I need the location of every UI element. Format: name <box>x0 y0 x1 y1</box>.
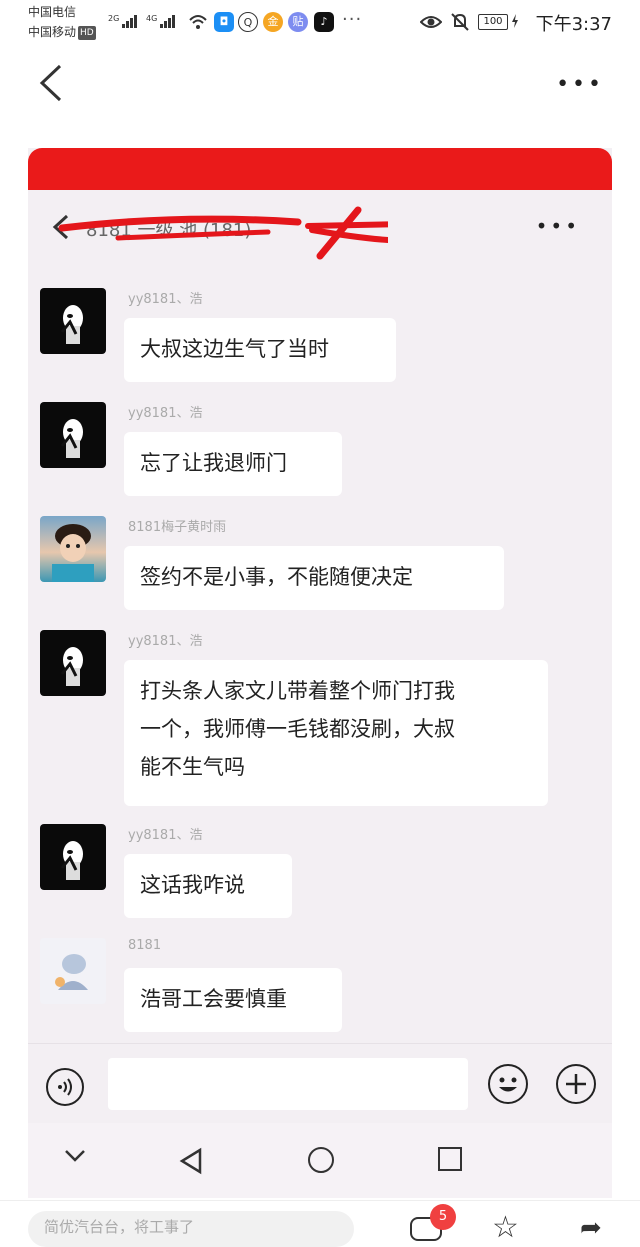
signal-bars-icon <box>160 14 176 28</box>
avatar[interactable] <box>40 516 106 582</box>
plus-icon <box>566 1074 586 1094</box>
battery-icon: 100 <box>478 14 508 30</box>
outer-more-button[interactable]: ••• <box>556 74 604 96</box>
sender-name: yy8181、浩 <box>128 406 203 421</box>
message-bubble[interactable]: 这话我咋说 <box>124 854 292 918</box>
plus-button[interactable] <box>556 1064 596 1104</box>
emoji-icon <box>499 1077 517 1092</box>
message-line: 能不生气吗 <box>140 755 245 779</box>
carrier-2: 中国移动 HD <box>28 25 96 40</box>
hd-badge: HD <box>78 25 96 40</box>
eye-icon <box>420 16 442 28</box>
chat-input-bar <box>28 1043 612 1124</box>
avatar[interactable] <box>40 630 106 696</box>
message-line: 一个，我师傅一毛钱都没刷，大叔 <box>140 717 455 741</box>
clock: 下午3:37 <box>535 14 612 35</box>
signal-2g: 2G <box>108 14 138 28</box>
sender-name: 8181 <box>128 938 162 953</box>
qq-icon: Q <box>238 12 258 32</box>
message-line: 签约不是小事，不能随便决定 <box>140 565 413 589</box>
message-line: 大叔这边生气了当时 <box>140 337 329 361</box>
more-notifications-icon: ··· <box>342 9 363 30</box>
comment-input[interactable]: 简优汽台台，将工事了 <box>28 1211 354 1247</box>
circle-home-icon[interactable] <box>308 1147 334 1173</box>
sender-name: yy8181、浩 <box>128 634 203 649</box>
carrier-2-label: 中国移动 <box>28 25 77 39</box>
status-bar: 中国电信 中国移动 HD 2G 4G ◘ Q 金 贴 ♪ ··· 100 下午3:… <box>0 0 640 50</box>
voice-icon <box>58 1078 72 1096</box>
net-4g-label: 4G <box>146 14 158 23</box>
app-icon-blue: ◘ <box>214 12 234 32</box>
coin-app-icon: 金 <box>263 12 283 32</box>
avatar[interactable] <box>40 288 106 354</box>
sender-name: yy8181、浩 <box>128 292 203 307</box>
message-bubble[interactable]: 签约不是小事，不能随便决定 <box>124 546 504 610</box>
message-bubble[interactable]: 浩哥工会要慎重 <box>124 968 342 1032</box>
net-2g-label: 2G <box>108 14 120 23</box>
triangle-back-icon[interactable] <box>178 1147 204 1175</box>
outer-back-button[interactable] <box>38 64 64 102</box>
message-line: 浩哥工会要慎重 <box>140 987 287 1011</box>
comment-count-badge: 5 <box>430 1204 456 1230</box>
message-bubble[interactable]: 大叔这边生气了当时 <box>124 318 396 382</box>
emoji-button[interactable] <box>488 1064 528 1104</box>
sender-name: 8181梅子黄时雨 <box>128 520 227 535</box>
tiktok-icon: ♪ <box>314 12 334 32</box>
sender-name: yy8181、浩 <box>128 828 203 843</box>
chat-more-button[interactable]: ••• <box>536 216 580 236</box>
bottom-action-bar: 简优汽台台，将工事了 ☆ ➦ <box>0 1200 640 1247</box>
carrier-1: 中国电信 <box>28 5 77 19</box>
message-bubble[interactable]: 忘了让我退师门 <box>124 432 342 496</box>
avatar[interactable] <box>40 824 106 890</box>
signal-4g: 4G <box>146 14 176 28</box>
tieba-icon: 贴 <box>288 12 308 32</box>
avatar[interactable] <box>40 938 106 1004</box>
charging-icon <box>512 14 518 28</box>
mute-bell-icon <box>451 13 469 31</box>
message-bubble[interactable]: 打头条人家文儿带着整个师门打我 一个，我师傅一毛钱都没刷，大叔 能不生气吗 <box>124 660 548 806</box>
square-recent-icon[interactable] <box>438 1147 462 1171</box>
chevron-down-icon[interactable] <box>64 1149 86 1163</box>
chat-screenshot: 8181 一级 池 (181) ••• yy8181、浩 大叔这边生气了当时 y… <box>28 148 612 1198</box>
message-line: 忘了让我退师门 <box>140 451 287 475</box>
wifi-icon <box>188 13 208 33</box>
share-icon[interactable]: ➦ <box>580 1215 602 1241</box>
voice-button[interactable] <box>46 1068 84 1106</box>
signal-bars-icon <box>122 14 138 28</box>
android-nav-bar <box>28 1123 612 1198</box>
title-redaction-scribble <box>58 206 388 260</box>
message-input[interactable] <box>108 1058 468 1110</box>
avatar[interactable] <box>40 402 106 468</box>
star-icon[interactable]: ☆ <box>492 1213 519 1243</box>
message-line: 这话我咋说 <box>140 873 245 897</box>
message-line: 打头条人家文儿带着整个师门打我 <box>140 679 455 703</box>
